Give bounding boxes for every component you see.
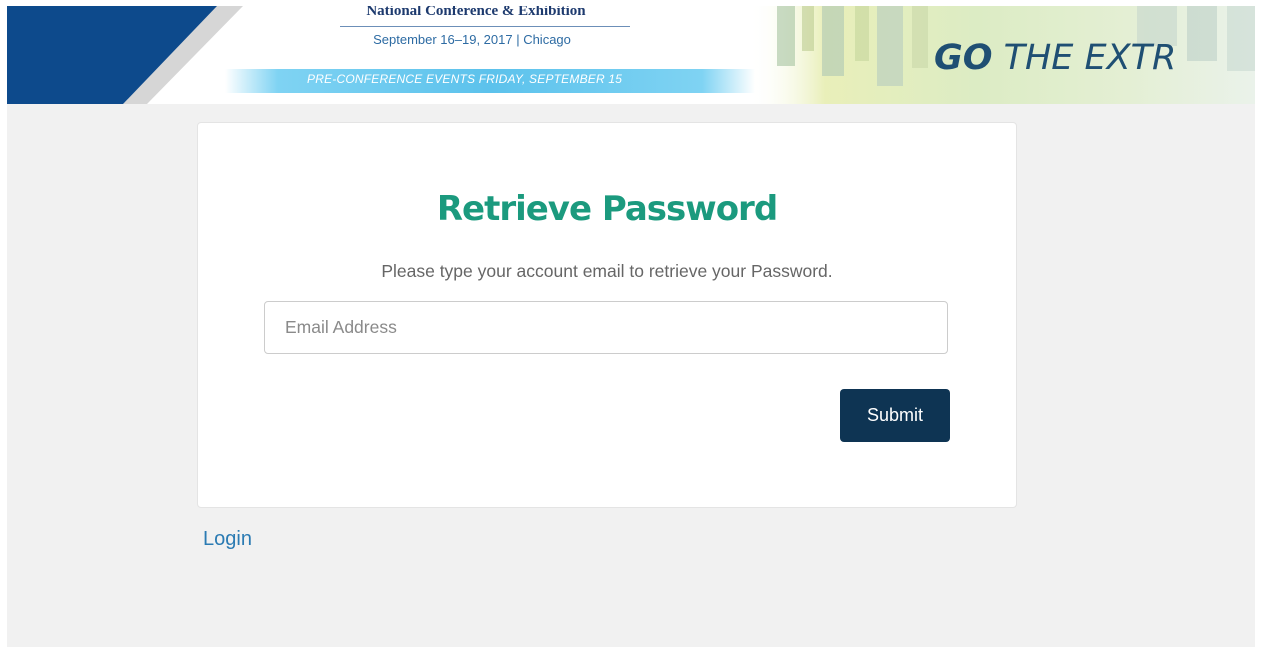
conference-title: National Conference & Exhibition — [366, 6, 586, 19]
email-field[interactable] — [264, 301, 948, 354]
login-link[interactable]: Login — [203, 528, 252, 551]
tagline-go: GO — [934, 38, 993, 78]
conference-banner: National Conference & Exhibition Septemb… — [7, 6, 1255, 104]
page-title: Retrieve Password — [436, 189, 778, 229]
conference-title-rule — [340, 26, 630, 27]
instructions-text: Please type your account email to retrie… — [381, 261, 833, 281]
page: National Conference & Exhibition Septemb… — [7, 6, 1255, 647]
banner-tagline: GO THE EXTR — [934, 38, 1176, 78]
submit-button[interactable]: Submit — [840, 389, 950, 442]
pre-conference-text: PRE-CONFERENCE EVENTS FRIDAY, SEPTEMBER … — [307, 72, 623, 86]
retrieve-password-card: Retrieve Password Please type your accou… — [197, 122, 1017, 508]
conference-dates: September 16–19, 2017 | Chicago — [373, 32, 571, 47]
tagline-rest: THE EXTR — [992, 38, 1177, 78]
